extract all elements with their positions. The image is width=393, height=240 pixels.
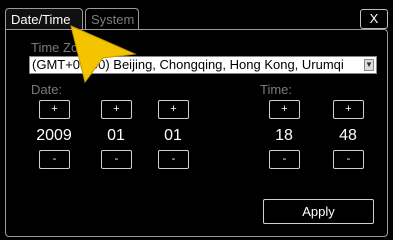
minute-increment-button[interactable]: + [333,100,364,119]
year-increment-button[interactable]: + [39,100,70,119]
chevron-down-icon[interactable]: ▼ [364,59,374,71]
hour-increment-button[interactable]: + [269,100,300,119]
month-increment-button[interactable]: + [101,100,132,119]
hour-value: 18 [275,127,293,144]
minute-decrement-button[interactable]: - [333,150,364,169]
day-increment-button[interactable]: + [158,100,189,119]
date-label: Date: [31,82,63,97]
day-decrement-button[interactable]: - [158,150,189,169]
year-value: 2009 [36,127,72,144]
hour-decrement-button[interactable]: - [269,150,300,169]
day-value: 01 [164,127,182,144]
date-time-settings-screen: Date/Time System X Time Zone (GMT+08:00)… [0,0,393,240]
pointer-arrow-icon [70,25,137,84]
close-button[interactable]: X [360,9,388,29]
minute-value: 48 [339,127,357,144]
month-decrement-button[interactable]: - [101,150,132,169]
time-label: Time: [260,82,293,97]
apply-button[interactable]: Apply [263,199,374,224]
month-value: 01 [107,127,125,144]
year-decrement-button[interactable]: - [39,150,70,169]
